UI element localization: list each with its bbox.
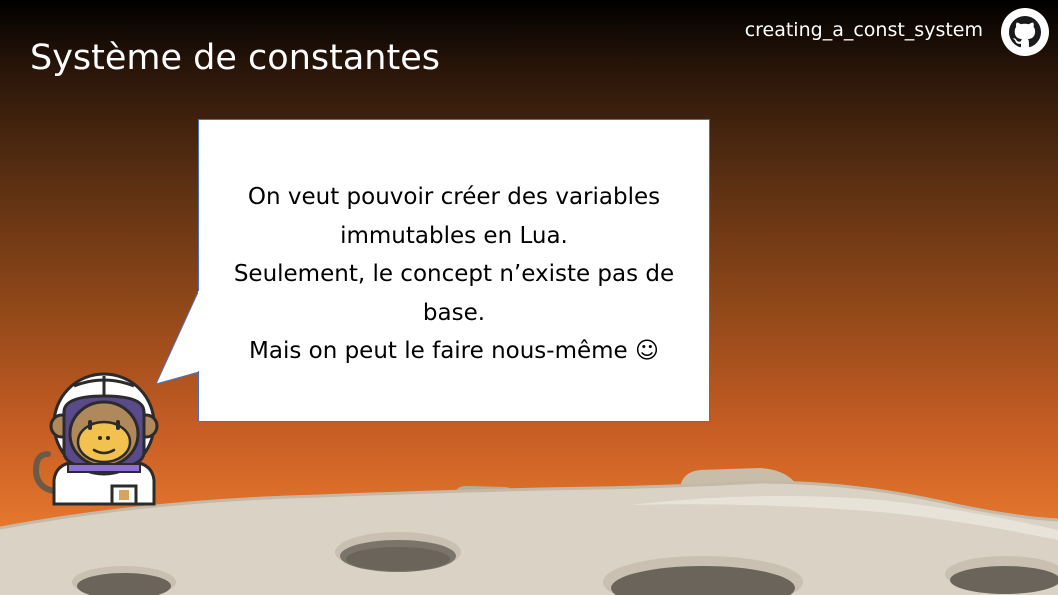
bubble-text: On veut pouvoir créer des variables immu… bbox=[203, 178, 705, 371]
slide-title: Système de constantes bbox=[30, 38, 440, 78]
bubble-line: base. bbox=[422, 299, 486, 326]
github-icon[interactable] bbox=[1001, 8, 1049, 56]
bubble-line: immutables en Lua. bbox=[340, 222, 568, 249]
repo-name: creating_a_const_system bbox=[744, 19, 983, 41]
bubble-line: Mais on peut le faire nous-même ☺ bbox=[249, 338, 659, 364]
bubble-line: On veut pouvoir créer des variables bbox=[247, 184, 661, 210]
astronaut-monkey-icon bbox=[32, 372, 159, 506]
speech-bubble: On veut pouvoir créer des variables immu… bbox=[198, 119, 710, 422]
slide: Système de constantes creating_a_const_s… bbox=[0, 0, 1058, 595]
bubble-line: Seulement, le concept n’existe pas de bbox=[233, 261, 675, 287]
